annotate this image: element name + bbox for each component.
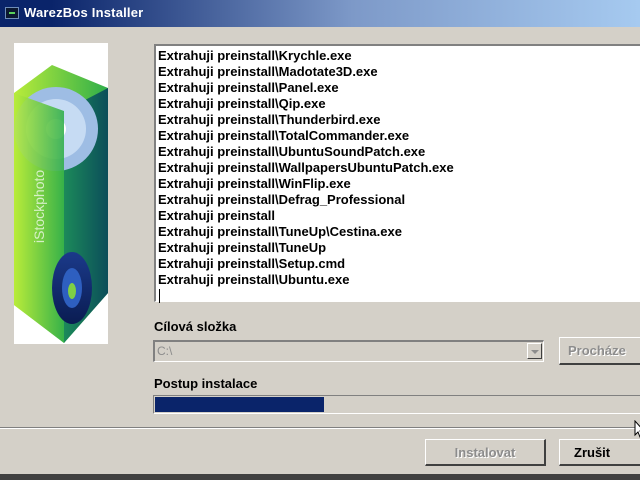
browse-button[interactable]: Procháze: [559, 337, 640, 365]
separator-highlight: [0, 428, 640, 429]
destination-value: C:\: [157, 344, 173, 358]
log-line: Extrahuji preinstall\TuneUp\Cestina.exe: [158, 224, 402, 239]
cd-box-icon: iStockphoto: [14, 65, 108, 343]
window-bottom-edge: [0, 474, 640, 480]
log-line: Extrahuji preinstall\TotalCommander.exe: [158, 128, 410, 143]
progress-label: Postup instalace: [154, 376, 258, 391]
log-line: Extrahuji preinstall\Qip.exe: [158, 96, 326, 111]
log-line: Extrahuji preinstall\WinFlip.exe: [158, 176, 351, 191]
install-log[interactable]: Extrahuji preinstall\Krychle.exe Extrahuj…: [154, 44, 640, 303]
cancel-button[interactable]: Zrušit: [559, 439, 640, 466]
window-title: WarezBos Installer: [24, 5, 144, 20]
log-line: Extrahuji preinstall\Ubuntu.exe: [158, 272, 350, 287]
log-line: Extrahuji preinstall\Thunderbird.exe: [158, 112, 381, 127]
install-progress-bar: [153, 395, 640, 414]
chevron-down-icon[interactable]: [527, 343, 542, 359]
destination-label: Cílová složka: [154, 319, 237, 334]
watermark-text: iStockphoto: [31, 170, 47, 243]
installer-banner-image: iStockphoto: [14, 43, 108, 344]
destination-combobox[interactable]: C:\: [153, 340, 544, 362]
log-line: Extrahuji preinstall\Krychle.exe: [158, 48, 352, 63]
progress-fill: [155, 397, 324, 412]
log-line: Extrahuji preinstall\Setup.cmd: [158, 256, 346, 271]
log-line: Extrahuji preinstall\UbuntuSoundPatch.ex…: [158, 144, 426, 159]
mouse-pointer-icon: [634, 420, 640, 438]
log-line: Extrahuji preinstall\Panel.exe: [158, 80, 339, 95]
log-line: Extrahuji preinstall\WallpapersUbuntuPat…: [158, 160, 454, 175]
log-line: Extrahuji preinstall\Madotate3D.exe: [158, 64, 378, 79]
terminal-icon: [5, 7, 19, 19]
log-line: Extrahuji preinstall\Defrag_Professional: [158, 192, 406, 207]
title-bar[interactable]: WarezBos Installer: [0, 0, 640, 29]
log-line: Extrahuji preinstall: [158, 208, 276, 223]
text-caret: [159, 289, 160, 303]
log-line: Extrahuji preinstall\TuneUp: [158, 240, 327, 255]
install-button[interactable]: Instalovat: [425, 439, 546, 466]
